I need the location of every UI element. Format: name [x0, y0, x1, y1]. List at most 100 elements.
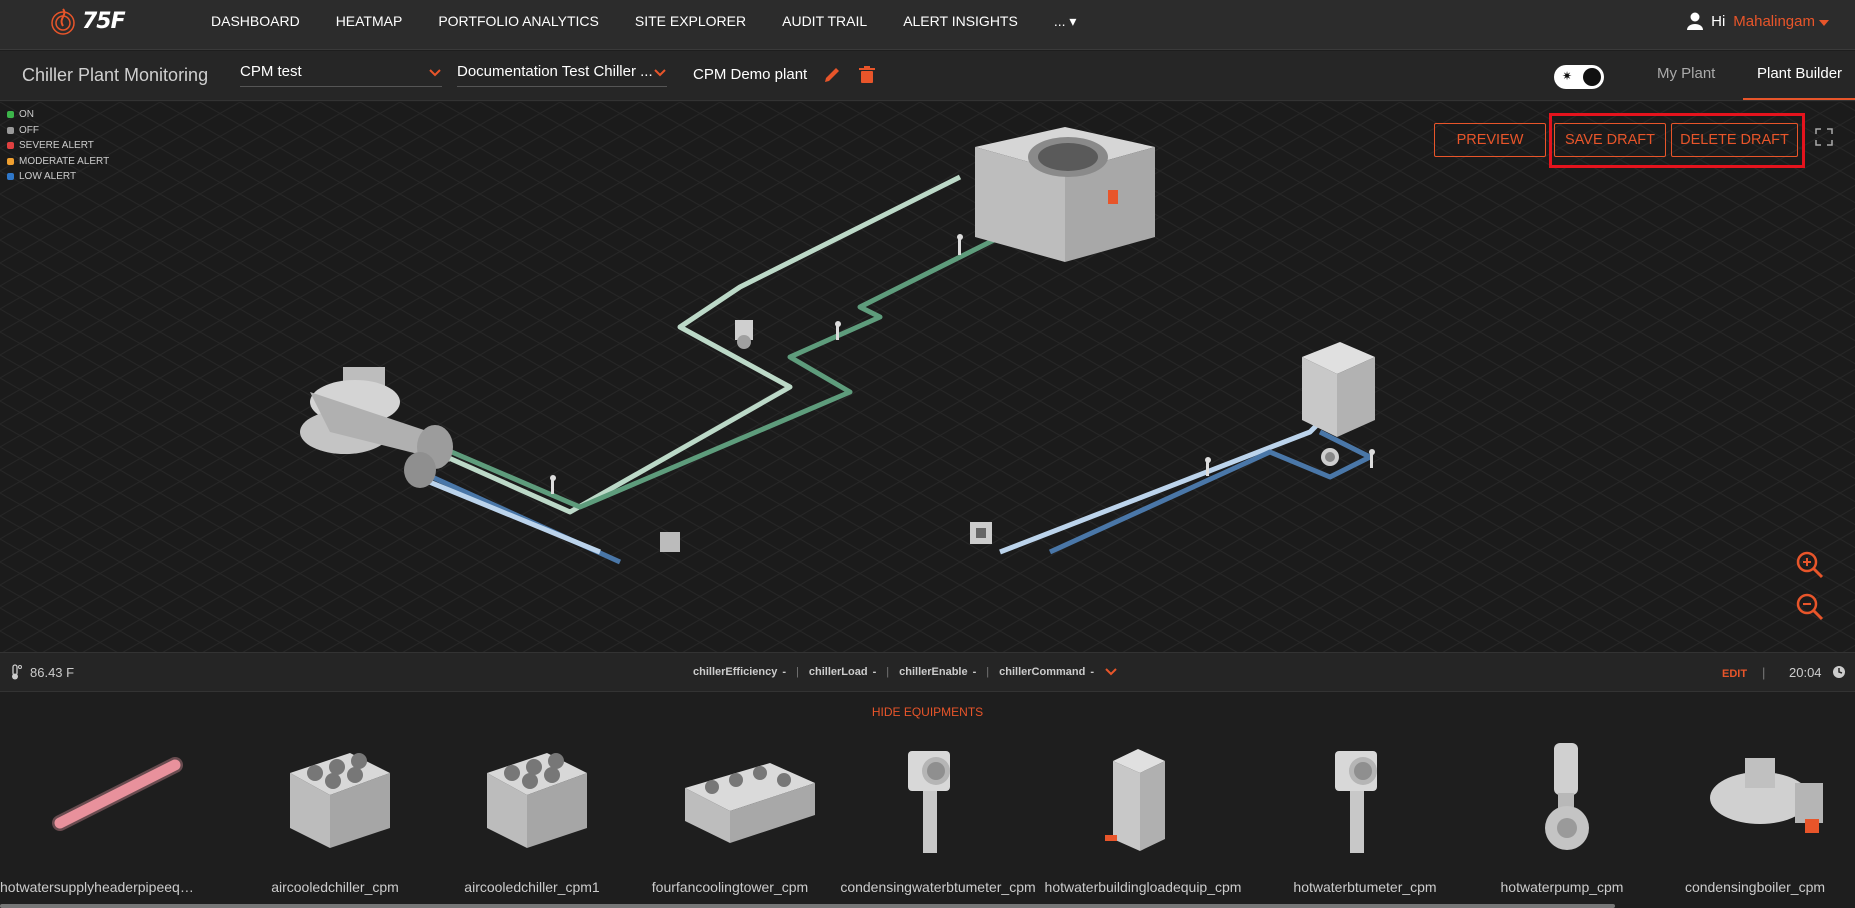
legend-swatch: [7, 111, 14, 119]
legend-item-off: OFF: [7, 123, 109, 139]
equipment-item[interactable]: condensingboiler_cpm: [1655, 735, 1855, 905]
parameter-list: chillerEfficiency - | chillerLoad - | chil…: [693, 666, 1118, 678]
equipment-label: hotwaterbtumeter_cpm: [1293, 879, 1437, 895]
equipment-label: aircooledchiller_cpm: [271, 879, 399, 895]
info-bar: 86.43 F chillerEfficiency - | chillerLoad…: [0, 652, 1855, 692]
delete-draft-button[interactable]: DELETE DRAFT: [1671, 123, 1798, 157]
nav-audit-trail[interactable]: AUDIT TRAIL: [782, 13, 867, 29]
user-menu[interactable]: Hi Mahalingam: [1687, 12, 1829, 30]
greeting-text: Hi: [1711, 12, 1726, 30]
chiller-icon: [487, 753, 587, 848]
zoom-out-icon[interactable]: [1795, 592, 1825, 622]
logo-text: 75F: [82, 8, 126, 34]
equipment-item[interactable]: condensingwaterbtumeter_cpm: [838, 735, 1038, 905]
equipment-label: condensingboiler_cpm: [1684, 879, 1826, 895]
chevron-down-icon: [429, 69, 441, 77]
legend-swatch: [7, 173, 14, 181]
param-label: chillerEnable: [899, 666, 968, 678]
tab-plant-builder[interactable]: Plant Builder: [1757, 65, 1842, 82]
theme-toggle[interactable]: ✷: [1554, 65, 1604, 89]
btu-meter-icon: [1335, 751, 1377, 853]
cooling-tower-equipment[interactable]: [975, 127, 1155, 262]
equipment-label: aircooledchiller_cpm1: [464, 879, 600, 895]
param-value: -: [972, 666, 977, 678]
equipment-item[interactable]: hotwatersupplyheaderpipeequip_...: [0, 735, 200, 905]
building-icon: [1105, 749, 1165, 851]
equipment-item[interactable]: hotwaterpump_cpm: [1462, 735, 1662, 905]
legend-item-moderate-alert: MODERATE ALERT: [7, 154, 109, 170]
edit-params-link[interactable]: EDIT: [1722, 668, 1747, 680]
legend-item-on: ON: [7, 107, 109, 123]
param-label: chillerLoad: [808, 666, 868, 678]
legend-swatch: [7, 142, 14, 150]
param-label: chillerCommand: [999, 666, 1086, 678]
equipment-label: hotwatersupplyheaderpipeequip_...: [0, 879, 200, 895]
top-nav: 75F DASHBOARD HEATMAP PORTFOLIO ANALYTIC…: [0, 0, 1855, 50]
fullscreen-icon[interactable]: [1815, 128, 1833, 146]
save-draft-button[interactable]: SAVE DRAFT: [1554, 123, 1666, 157]
equipment-item[interactable]: hotwaterbuildingloadequip_cpm: [1043, 735, 1243, 905]
user-icon: [1687, 12, 1704, 30]
pump-device[interactable]: [660, 532, 680, 552]
edit-pencil-icon[interactable]: [822, 65, 842, 85]
hide-equipments-toggle[interactable]: HIDE EQUIPMENTS: [0, 705, 1855, 719]
chevron-down-icon: [654, 69, 666, 77]
equipment-label: fourfancoolingtower_cpm: [651, 879, 809, 895]
status-legend: ON OFF SEVERE ALERT MODERATE ALERT LOW A…: [7, 107, 109, 185]
equipment-item[interactable]: aircooledchiller_cpm1: [432, 735, 632, 905]
legend-item-low-alert: LOW ALERT: [7, 169, 109, 185]
nav-site-explorer[interactable]: SITE EXPLORER: [635, 13, 746, 29]
brand-logo[interactable]: 75F: [48, 6, 126, 36]
site-dropdown-value: CPM test: [240, 63, 302, 80]
outside-temperature: 86.43 F: [10, 664, 74, 680]
nav-alert-insights[interactable]: ALERT INSIGHTS: [903, 13, 1018, 29]
param-value: -: [1090, 666, 1094, 678]
param-value: -: [782, 666, 787, 678]
equipment-item[interactable]: aircooledchiller_cpm: [235, 735, 435, 905]
plant-name: CPM Demo plant: [693, 66, 808, 83]
current-time: 20:04: [1789, 665, 1822, 680]
param-label: chillerEfficiency: [693, 666, 778, 678]
preview-button[interactable]: PREVIEW: [1434, 123, 1546, 157]
page-title: Chiller Plant Monitoring: [22, 65, 209, 85]
tab-my-plant[interactable]: My Plant: [1657, 65, 1715, 82]
temperature-value: 86.43 F: [30, 664, 75, 680]
pump-icon: [1545, 743, 1589, 850]
btu-meter-device[interactable]: [1321, 448, 1339, 466]
isometric-grid: [0, 102, 1855, 652]
cooling-tower-icon: [685, 763, 815, 843]
thermometer-icon: [12, 664, 22, 680]
chiller-icon: [290, 753, 390, 848]
chevron-down-icon[interactable]: [1104, 667, 1118, 677]
plant-canvas[interactable]: ON OFF SEVERE ALERT MODERATE ALERT LOW A…: [0, 102, 1855, 652]
main-nav: DASHBOARD HEATMAP PORTFOLIO ANALYTICS SI…: [211, 0, 1076, 42]
legend-swatch: [7, 157, 14, 165]
flame-logo-icon: [51, 8, 75, 35]
legend-swatch: [7, 126, 14, 134]
chiller-plant-dropdown-value: Documentation Test Chiller ...: [457, 63, 653, 80]
sub-header: Chiller Plant Monitoring CPM test Docume…: [0, 51, 1855, 101]
equipment-palette: hotwatersupplyheaderpipeequip_... aircoo…: [0, 735, 1855, 908]
palette-scrollbar[interactable]: [0, 904, 1615, 908]
equipment-item[interactable]: fourfancoolingtower_cpm: [630, 735, 830, 905]
site-dropdown[interactable]: CPM test: [240, 63, 442, 87]
delete-trash-icon[interactable]: [857, 65, 877, 85]
btu-meter-device[interactable]: [735, 320, 753, 349]
boiler-icon: [1710, 758, 1823, 833]
nav-dashboard[interactable]: DASHBOARD: [211, 13, 300, 29]
nav-more-menu[interactable]: ... ▾: [1054, 13, 1077, 30]
btu-meter-icon: [908, 751, 950, 853]
nav-heatmap[interactable]: HEATMAP: [336, 13, 403, 29]
zoom-in-icon[interactable]: [1795, 550, 1825, 580]
nav-portfolio-analytics[interactable]: PORTFOLIO ANALYTICS: [438, 13, 599, 29]
building-load-equipment[interactable]: [1302, 342, 1375, 437]
valve-device[interactable]: [970, 522, 992, 544]
pipe-icon: [52, 757, 183, 831]
active-tab-indicator: [1743, 98, 1855, 100]
legend-item-severe-alert: SEVERE ALERT: [7, 138, 109, 154]
caret-down-icon: [1819, 20, 1829, 26]
equipment-item[interactable]: hotwaterbtumeter_cpm: [1265, 735, 1465, 905]
chiller-plant-dropdown[interactable]: Documentation Test Chiller ...: [457, 63, 667, 87]
clock-icon: [1833, 666, 1845, 678]
user-name: Mahalingam: [1733, 12, 1815, 30]
